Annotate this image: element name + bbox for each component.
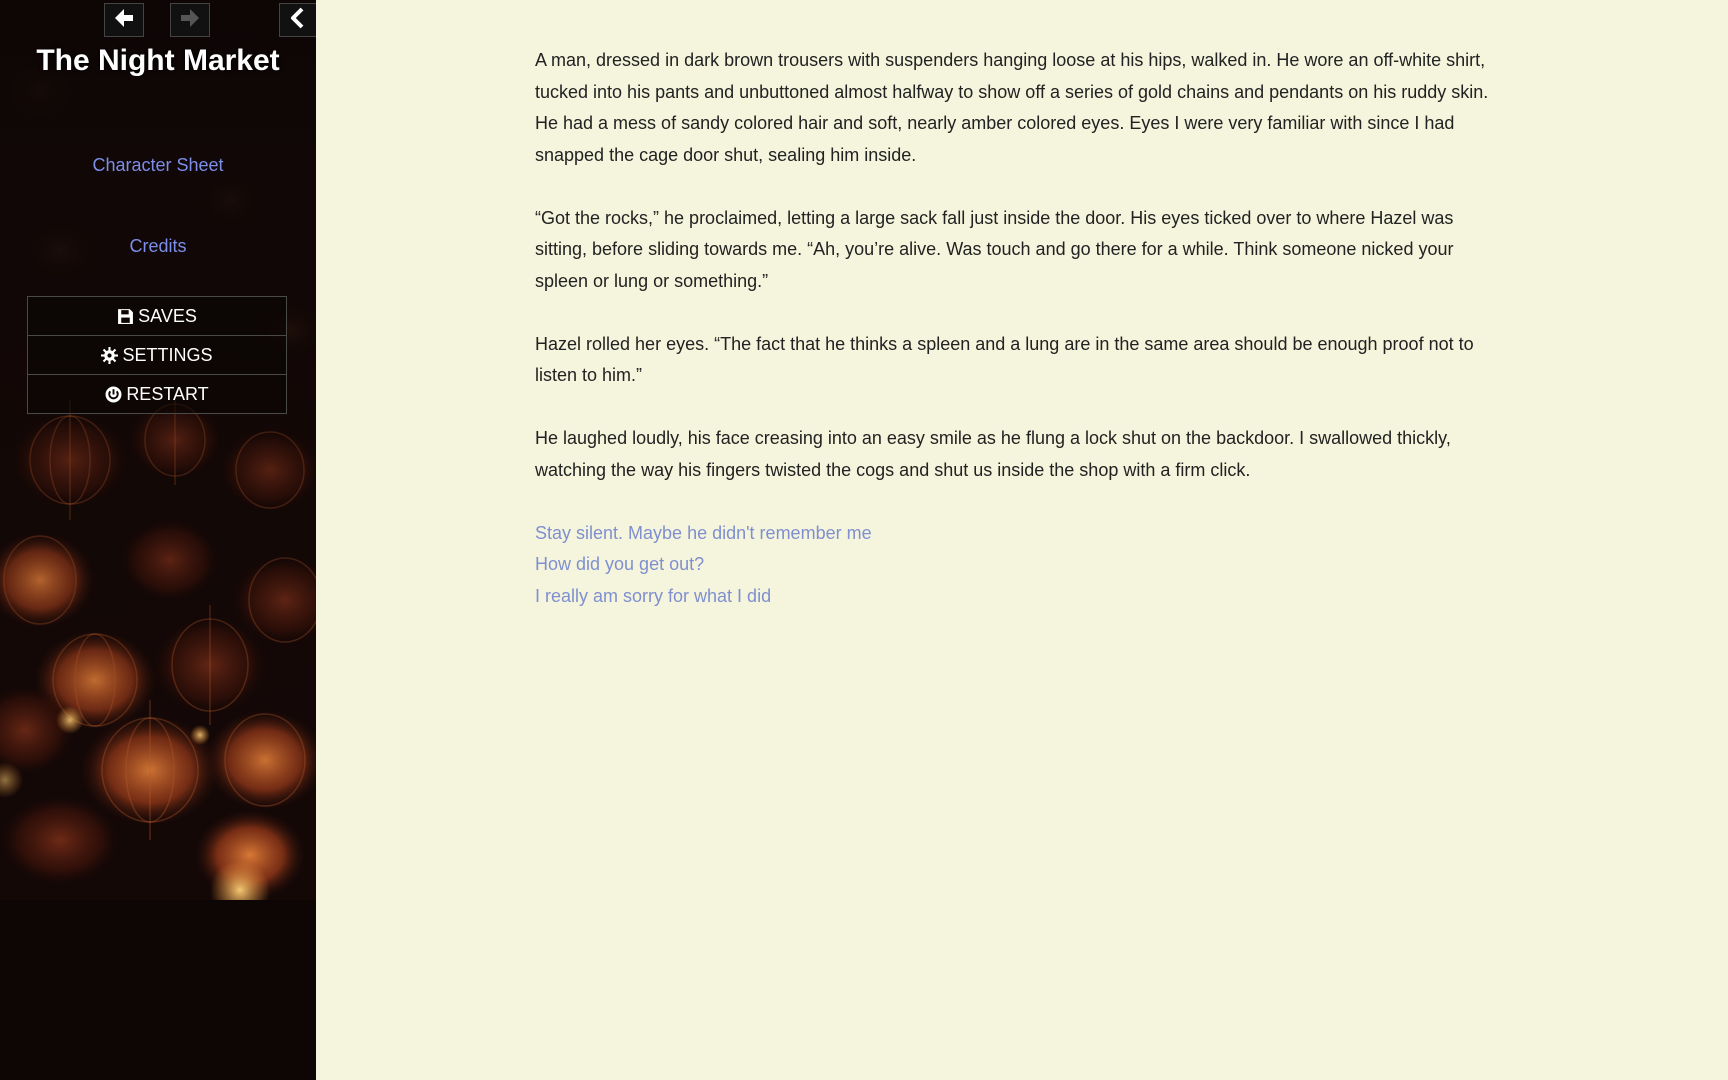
choice-list: Stay silent. Maybe he didn't remember me… xyxy=(535,518,1495,613)
story-paragraph: A man, dressed in dark brown trousers wi… xyxy=(535,50,1489,165)
story-title: The Night Market xyxy=(36,44,280,77)
chevron-left-icon xyxy=(288,7,308,34)
sidebar: The Night Market Character Sheet Credits… xyxy=(0,0,316,1080)
arrow-right-icon xyxy=(179,7,201,34)
credits-link[interactable]: Credits xyxy=(0,236,316,257)
sidebar-menu: SAVES SETTINGS RESTART xyxy=(27,296,287,414)
arrow-left-icon xyxy=(113,7,135,34)
story-paragraph: Hazel rolled her eyes. “The fact that he… xyxy=(535,333,1474,386)
back-button[interactable] xyxy=(104,3,144,37)
lantern-background-image xyxy=(0,0,316,900)
restart-button[interactable]: RESTART xyxy=(28,375,286,413)
character-sheet-link[interactable]: Character Sheet xyxy=(0,155,316,176)
saves-label: SAVES xyxy=(138,305,197,326)
collapse-sidebar-button[interactable] xyxy=(279,3,316,37)
story-passage: A man, dressed in dark brown trousers wi… xyxy=(535,45,1495,612)
settings-button[interactable]: SETTINGS xyxy=(28,336,286,375)
choice-how-did-you-get-out[interactable]: How did you get out? xyxy=(535,549,1495,581)
choice-stay-silent[interactable]: Stay silent. Maybe he didn't remember me xyxy=(535,518,1495,550)
restart-label: RESTART xyxy=(126,383,209,404)
choice-sorry[interactable]: I really am sorry for what I did xyxy=(535,581,1495,613)
floppy-disk-icon xyxy=(117,308,134,325)
story-paragraph: “Got the rocks,” he proclaimed, letting … xyxy=(535,207,1454,291)
settings-label: SETTINGS xyxy=(122,344,213,365)
power-icon xyxy=(105,386,122,403)
saves-button[interactable]: SAVES xyxy=(28,297,286,336)
forward-button[interactable] xyxy=(170,3,210,37)
gear-icon xyxy=(101,346,119,364)
story-paragraph: He laughed loudly, his face creasing int… xyxy=(535,428,1451,480)
